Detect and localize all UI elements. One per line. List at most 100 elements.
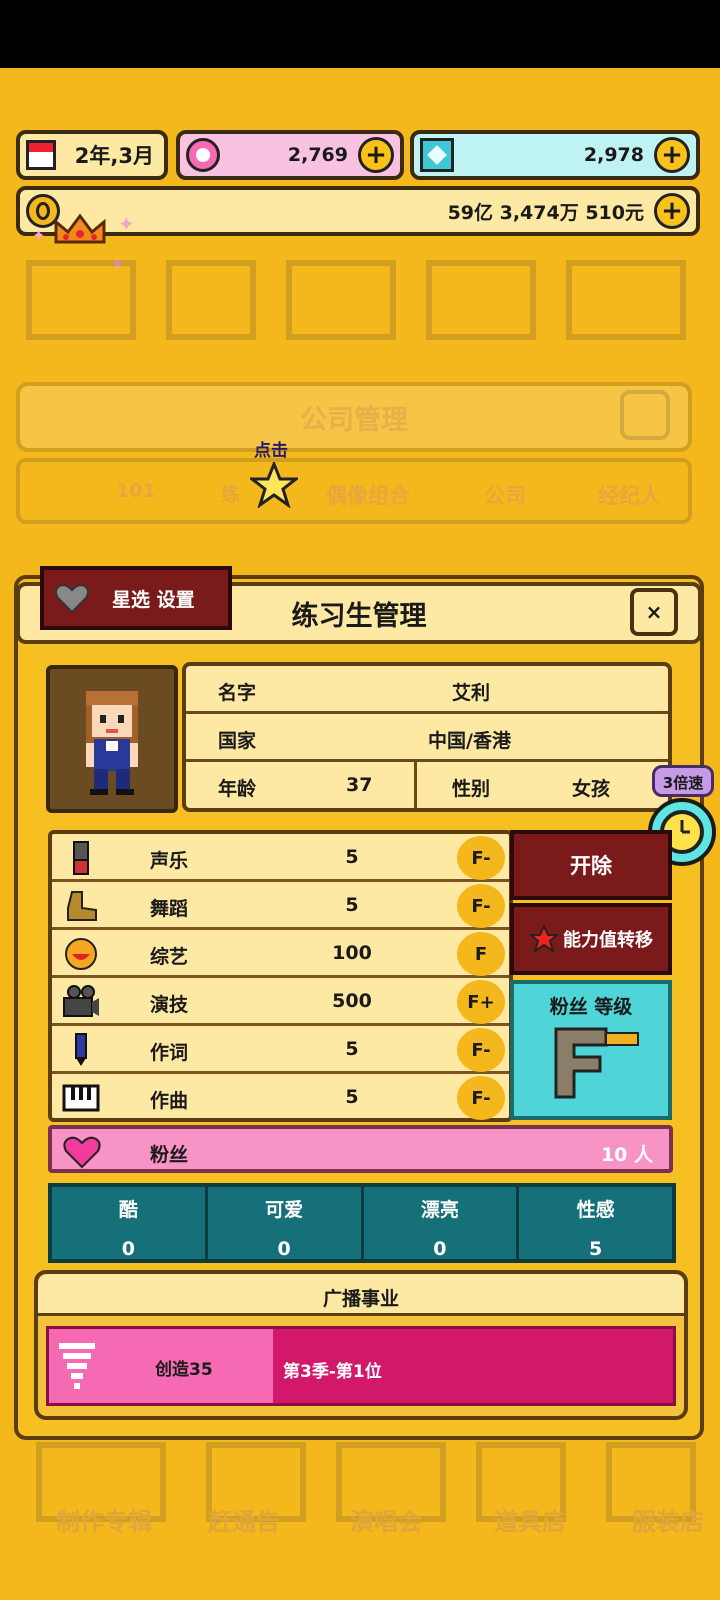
stat-name: 作词 bbox=[150, 1042, 189, 1064]
program-rank: 第3季-第1位 bbox=[283, 1362, 382, 1382]
nav-album: 制作专辑 bbox=[56, 1508, 152, 1536]
avatar bbox=[86, 691, 138, 795]
star-select-label: 星选 设置 bbox=[112, 588, 195, 611]
fan-level-grade bbox=[554, 1027, 639, 1099]
traits-table: 酷 0 可爱 0 漂亮 0 性感 5 bbox=[48, 1183, 676, 1263]
star-icon bbox=[529, 924, 559, 954]
sparkle-icon: ✦ bbox=[32, 226, 46, 245]
fire-button[interactable]: 开除 bbox=[510, 830, 672, 900]
tab-trainee: 练 bbox=[221, 484, 241, 506]
stat-row-lyrics: 作词 5 F- bbox=[52, 1026, 509, 1074]
tab-101: 101 bbox=[116, 480, 156, 502]
trait-name: 性感 bbox=[576, 1199, 615, 1221]
trait-cool: 酷 0 bbox=[52, 1187, 208, 1260]
stat-row-compose: 作曲 5 F- bbox=[52, 1074, 509, 1122]
nav-schedule: 赶通告 bbox=[208, 1508, 280, 1536]
program-cell: 创造35 bbox=[49, 1329, 273, 1403]
stat-name: 舞蹈 bbox=[150, 898, 189, 920]
smile-icon bbox=[65, 938, 97, 970]
add-diamond-button[interactable]: + bbox=[654, 137, 690, 173]
add-money-button[interactable]: + bbox=[654, 193, 690, 229]
tab-idol-group: 偶像组合 bbox=[326, 484, 410, 508]
fan-level-panel: 粉丝 等级 bbox=[510, 980, 672, 1120]
stat-row-dance: 舞蹈 5 F- bbox=[52, 882, 509, 930]
money-amount: 59亿 3,474万 510元 bbox=[447, 201, 644, 224]
profile-row-age-gender: 年龄 37 性别 女孩 bbox=[186, 762, 668, 810]
name-value: 艾利 bbox=[452, 682, 491, 704]
boot-icon bbox=[67, 891, 97, 921]
tab-company: 公司 bbox=[484, 484, 526, 508]
age-value: 37 bbox=[346, 774, 373, 796]
tab-manager: 经纪人 bbox=[598, 484, 661, 508]
star-select-settings-button[interactable]: 星选 设置 bbox=[40, 566, 232, 630]
piano-icon bbox=[62, 1084, 100, 1112]
stat-row-variety: 综艺 100 F bbox=[52, 930, 509, 978]
stat-value: 5 bbox=[345, 1038, 359, 1060]
stat-value: 5 bbox=[345, 1086, 359, 1108]
speed-badge[interactable]: 3倍速 bbox=[652, 765, 714, 797]
stat-value: 100 bbox=[332, 942, 372, 964]
calendar-icon bbox=[26, 140, 56, 170]
trait-name: 酷 bbox=[118, 1199, 138, 1221]
pink-gem-count: 2,769 bbox=[287, 144, 348, 166]
stat-name: 声乐 bbox=[150, 850, 189, 872]
tornado-icon bbox=[59, 1343, 95, 1389]
fan-level-label: 粉丝 等级 bbox=[549, 996, 633, 1018]
stat-grade: F bbox=[457, 932, 505, 976]
trait-value: 0 bbox=[277, 1238, 291, 1260]
profile-row-country: 国家 中国/香港 bbox=[186, 714, 668, 762]
profile-row-name: 名字 艾利 bbox=[186, 666, 668, 714]
broadcast-program-row[interactable]: 创造35 第3季-第1位 bbox=[46, 1326, 676, 1406]
heart-icon bbox=[55, 584, 89, 614]
company-panel-close-icon bbox=[620, 390, 670, 440]
stats-table: 声乐 5 F- 舞蹈 5 F- 综艺 100 F 演技 500 F+ 作词 5 … bbox=[48, 830, 513, 1122]
trait-name: 可爱 bbox=[265, 1199, 304, 1221]
stat-grade: F- bbox=[457, 1076, 505, 1120]
ability-transfer-label: 能力值转移 bbox=[563, 930, 653, 951]
date-text: 2年,3月 bbox=[74, 144, 154, 168]
pink-gem-icon bbox=[186, 138, 220, 172]
date-display: 2年,3月 bbox=[16, 130, 168, 180]
age-label: 年龄 bbox=[218, 778, 257, 800]
trait-value: 5 bbox=[589, 1238, 603, 1260]
stat-name: 演技 bbox=[150, 994, 189, 1016]
stat-name: 作曲 bbox=[150, 1090, 189, 1112]
crown-icon bbox=[54, 213, 106, 244]
trait-pretty: 漂亮 0 bbox=[364, 1187, 520, 1260]
gender-value: 女孩 bbox=[572, 778, 611, 800]
company-panel-title: 公司管理 bbox=[300, 405, 408, 436]
diamond-count: 2,978 bbox=[583, 144, 644, 166]
diamond-icon bbox=[420, 138, 454, 172]
trait-sexy: 性感 5 bbox=[519, 1187, 672, 1260]
hint-label: 点击 bbox=[254, 441, 288, 461]
trainee-portrait bbox=[46, 665, 178, 813]
nav-concert: 演唱会 bbox=[350, 1508, 422, 1536]
ability-transfer-button[interactable]: 能力值转移 bbox=[510, 903, 672, 975]
profile-table: 名字 艾利 国家 中国/香港 年龄 37 性别 女孩 bbox=[182, 662, 672, 812]
speed-label: 3倍速 bbox=[662, 774, 704, 792]
pink-gem-bar: 2,769 + bbox=[176, 130, 404, 180]
country-label: 国家 bbox=[218, 730, 257, 752]
country-value: 中国/香港 bbox=[428, 730, 511, 752]
stat-grade: F- bbox=[457, 1028, 505, 1072]
age-gender-divider bbox=[414, 762, 417, 808]
pen-icon bbox=[75, 1033, 87, 1066]
status-bar bbox=[0, 0, 720, 68]
close-icon: × bbox=[645, 600, 663, 624]
stat-grade: F+ bbox=[457, 980, 505, 1024]
nav-item-shop: 道具店 bbox=[494, 1508, 566, 1536]
stat-row-acting: 演技 500 F+ bbox=[52, 978, 509, 1026]
background-tabs: 101 练 偶像组合 公司 经纪人 bbox=[16, 458, 692, 524]
name-label: 名字 bbox=[218, 682, 257, 704]
hint-star-icon[interactable] bbox=[250, 462, 298, 508]
close-button[interactable]: × bbox=[630, 588, 678, 636]
stat-name: 综艺 bbox=[150, 946, 189, 968]
program-name: 创造35 bbox=[155, 1360, 213, 1380]
stat-value: 5 bbox=[345, 846, 359, 868]
modal-title: 练习生管理 bbox=[291, 600, 427, 632]
stat-grade: F- bbox=[457, 836, 505, 880]
stat-row-vocal: 声乐 5 F- bbox=[52, 834, 509, 882]
camera-icon bbox=[63, 985, 99, 1017]
add-pink-gem-button[interactable]: + bbox=[358, 137, 394, 173]
gender-label: 性别 bbox=[452, 778, 491, 800]
